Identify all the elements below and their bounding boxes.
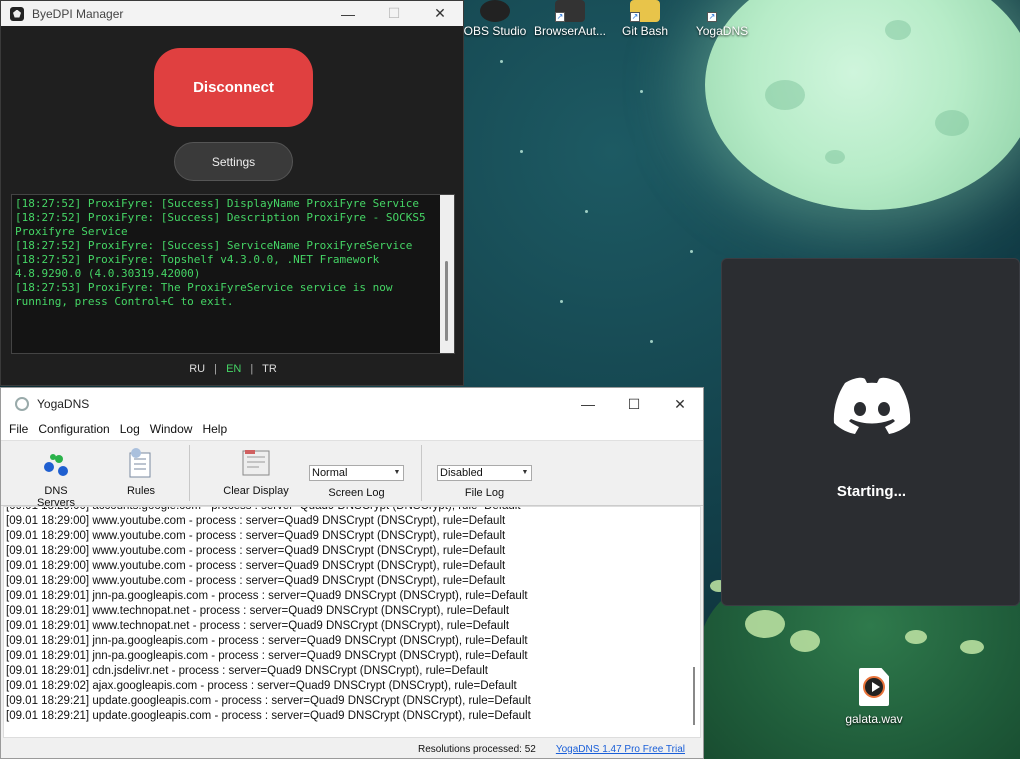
rules-icon [124,447,158,479]
toolbar: DNS Servers Rules Clear Display Normal ▼… [1,440,703,509]
byedpi-log-scrollbar[interactable] [440,195,454,353]
yogadns-titlebar[interactable]: YogaDNS — ☐ ✕ [1,388,703,420]
close-button[interactable]: ✕ [657,388,703,420]
byedpi-app-icon [10,6,24,21]
log-line: [09.01 18:29:01] jnn-pa.googleapis.com -… [6,650,528,662]
file-log-select[interactable]: Disabled ▼ [437,465,532,481]
log-line: [18:27:53] ProxiFyre: The ProxiFyreServi… [15,281,400,308]
log-line: [18:27:52] ProxiFyre: Topshelf v4.3.0.0,… [15,253,386,280]
log-line: [09.01 18:29:00] www.youtube.com - proce… [6,575,506,587]
log-line: [09.01 18:29:00] www.youtube.com - proce… [6,530,506,542]
menu-configuration[interactable]: Configuration [33,420,114,440]
disconnect-button[interactable]: Disconnect [154,48,313,127]
minimize-icon: — [341,5,355,22]
log-line: [09.01 18:29:01] cdn.jsdelivr.net - proc… [6,665,488,677]
log-line: [09.01 18:29:00] accounts.google.com - p… [6,506,521,512]
desktop-icon-galata-wav[interactable]: galata.wav [836,668,912,726]
lang-ru[interactable]: RU [189,363,205,375]
rules-button[interactable]: Rules [121,447,161,497]
log-line: [18:27:52] ProxiFyre: [Success] DisplayN… [15,197,419,210]
minimize-button[interactable]: — [565,388,611,420]
file-log-label: File Log [464,487,505,499]
resolutions-count: Resolutions processed: 52 [418,743,536,755]
browser-automation-icon: ↗ [555,0,585,22]
log-line: [09.01 18:29:01] jnn-pa.googleapis.com -… [6,590,528,602]
log-line: [09.01 18:29:00] www.youtube.com - proce… [6,515,506,527]
log-line: [09.01 18:29:21] update.googleapis.com -… [6,710,531,722]
close-icon: ✕ [674,395,686,412]
chevron-down-icon: ▼ [393,469,401,476]
git-bash-icon: ↗ [630,0,660,22]
menu-file[interactable]: File [4,420,33,440]
log-line: [09.01 18:29:00] www.youtube.com - proce… [6,560,506,572]
discord-icon [833,377,911,434]
menu-window[interactable]: Window [145,420,198,440]
yogadns-window: YogaDNS — ☐ ✕ File Configuration Log Win… [0,387,704,759]
log-line: [18:27:52] ProxiFyre: [Success] ServiceN… [15,239,413,252]
menu-bar: File Configuration Log Window Help [1,420,703,440]
log-line: [18:27:52] ProxiFyre: [Success] Descript… [15,211,433,238]
audio-file-icon [859,668,889,706]
close-button[interactable]: ✕ [417,1,463,26]
yogadns-log-output[interactable]: [09.01 18:29:00] accounts.google.com - p… [3,506,701,738]
lang-en[interactable]: EN [226,363,241,375]
desktop-icon-git-bash[interactable]: ↗ Git Bash [606,0,684,38]
log-line: [09.01 18:29:00] www.youtube.com - proce… [6,545,506,557]
log-line: [09.01 18:29:21] update.googleapis.com -… [6,695,531,707]
settings-button[interactable]: Settings [174,142,293,181]
screen-log-label: Screen Log [328,487,385,499]
maximize-button[interactable]: ☐ [611,388,657,420]
clear-display-icon [239,447,273,479]
desktop-icon-browserautomation[interactable]: ↗ BrowserAut... [531,0,609,38]
chevron-down-icon: ▼ [521,469,529,476]
byedpi-title: ByeDPI Manager [32,6,124,21]
maximize-icon: ☐ [627,395,641,412]
byedpi-window: ByeDPI Manager — ☐ ✕ Disconnect Settings… [0,0,464,386]
log-line: [09.01 18:29:01] www.technopat.net - pro… [6,605,510,617]
minimize-button[interactable]: — [325,1,371,26]
yogadns-app-icon [15,397,29,411]
log-line: [09.01 18:29:01] www.technopat.net - pro… [6,620,510,632]
byedpi-titlebar[interactable]: ByeDPI Manager — ☐ ✕ [1,1,463,26]
clear-display-button[interactable]: Clear Display [221,447,291,497]
byedpi-log-output[interactable]: [18:27:52] ProxiFyre: [Success] DisplayN… [11,194,455,354]
yogadns-log-scrollbar[interactable] [688,507,700,737]
status-bar: Resolutions processed: 52 YogaDNS 1.47 P… [1,740,703,758]
obs-icon [480,0,510,22]
language-selector: RU | EN | TR [189,363,277,375]
discord-status-text: Starting... [836,483,907,500]
discord-splash-window: Starting... [721,258,1020,606]
close-icon: ✕ [434,5,446,21]
maximize-button: ☐ [371,1,417,26]
screen-log-select[interactable]: Normal ▼ [309,465,404,481]
menu-help[interactable]: Help [197,420,232,440]
lang-tr[interactable]: TR [262,363,277,375]
log-line: [09.01 18:29:02] ajax.googleapis.com - p… [6,680,517,692]
dns-servers-button[interactable]: DNS Servers [25,447,87,509]
minimize-icon: — [581,396,595,412]
maximize-icon: ☐ [387,5,401,21]
desktop-icon-obs[interactable]: OBS Studio [456,0,534,38]
desktop-icon-yogadns[interactable]: ↗ YogaDNS [683,0,761,38]
trial-link[interactable]: YogaDNS 1.47 Pro Free Trial [556,744,685,755]
yogadns-title: YogaDNS [37,397,90,411]
menu-log[interactable]: Log [115,420,145,440]
log-line: [09.01 18:29:01] jnn-pa.googleapis.com -… [6,635,528,647]
dns-servers-icon [39,447,73,479]
yogadns-icon: ↗ [707,12,717,22]
